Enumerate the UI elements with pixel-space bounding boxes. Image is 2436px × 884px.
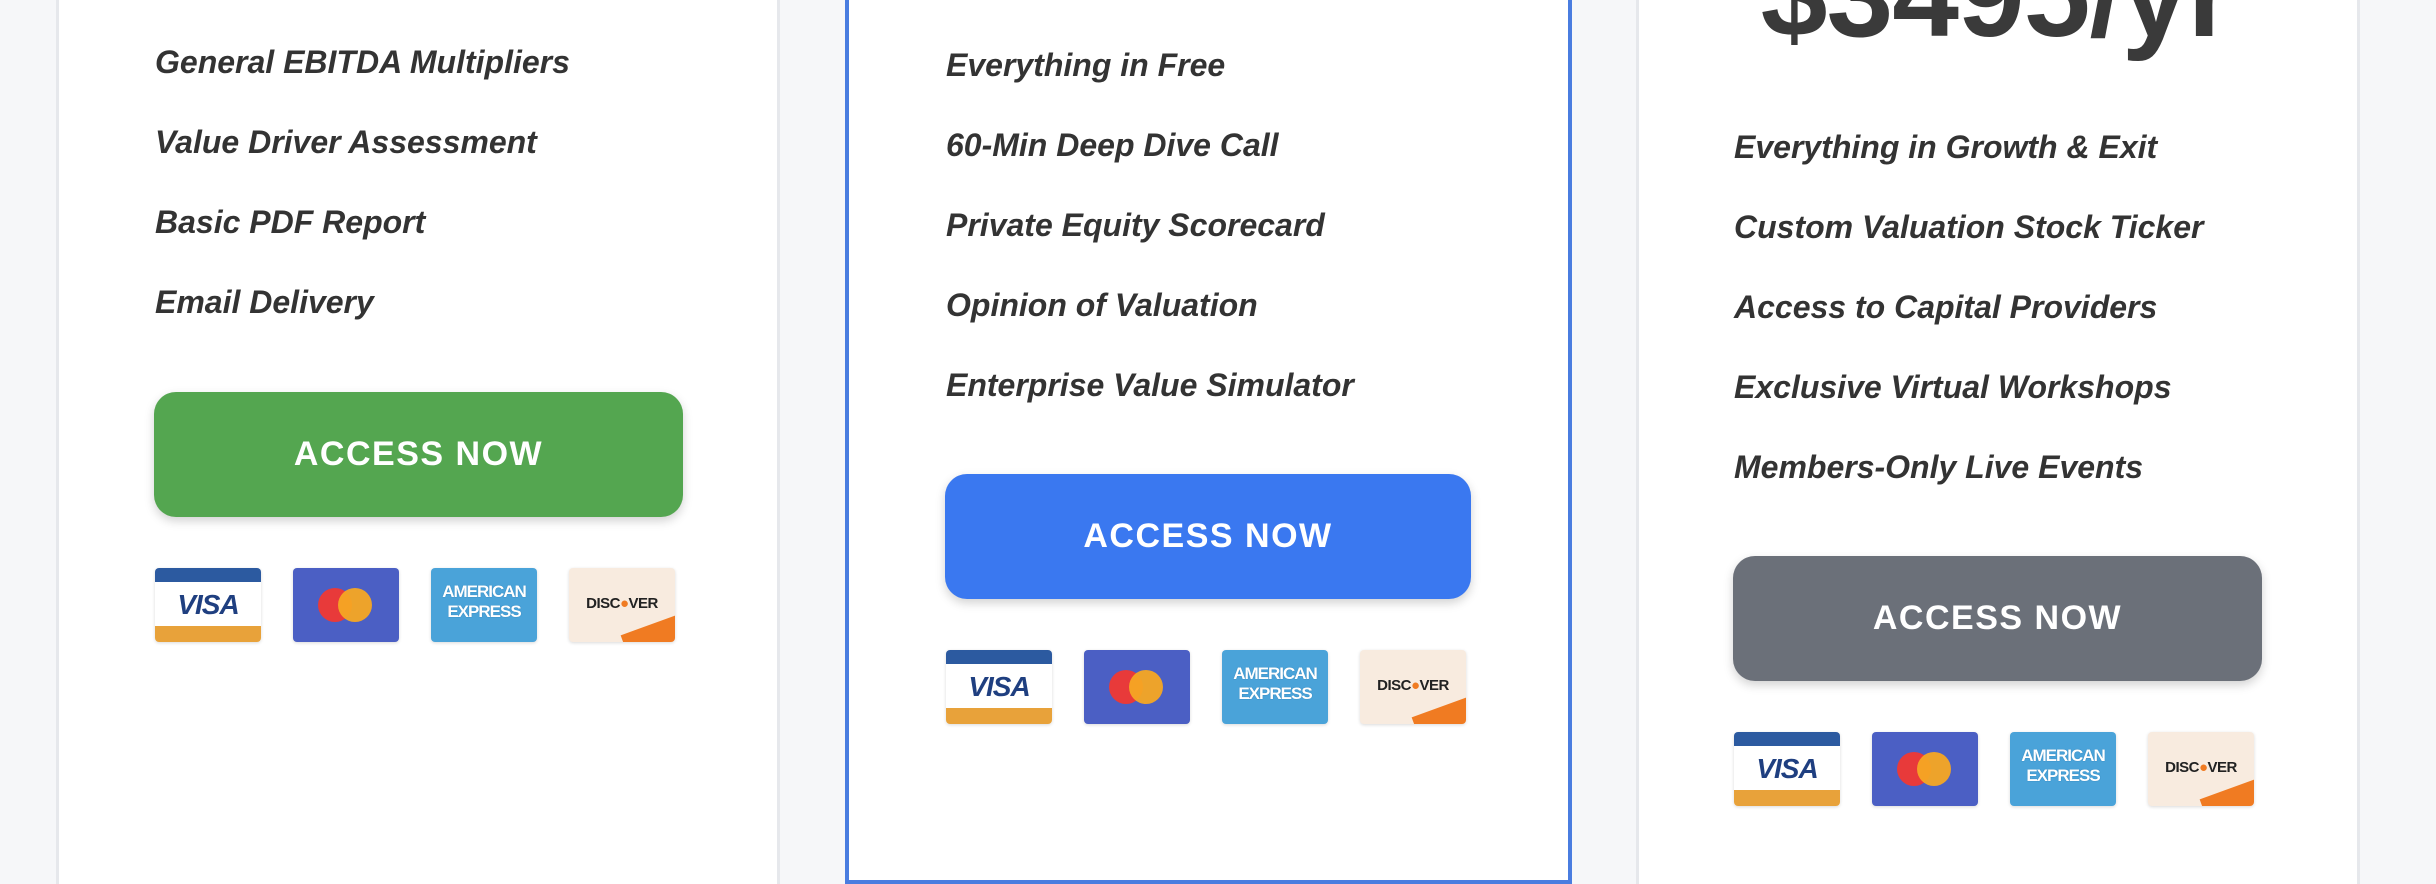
plan-price: $3495/yr xyxy=(1757,0,2237,60)
amex-card-icon: AMERICAN EXPRESS xyxy=(2010,732,2116,806)
feature-list-premium: Everything in Growth & Exit Custom Valua… xyxy=(1734,127,2203,527)
feature-item: Everything in Free xyxy=(946,47,1226,83)
feature-item: Value Driver Assessment xyxy=(155,124,537,160)
amex-card-icon: AMERICAN EXPRESS xyxy=(431,568,537,642)
access-now-button-free[interactable]: ACCESS NOW xyxy=(154,392,683,517)
amex-card-icon: AMERICAN EXPRESS xyxy=(1222,650,1328,724)
feature-list-free: General EBITDA Multipliers Value Driver … xyxy=(155,42,570,362)
mastercard-icon xyxy=(1872,732,1978,806)
discover-card-icon: DISC●VER xyxy=(569,568,675,642)
payment-methods-premium: VISA AMERICAN EXPRESS DISC●VER xyxy=(1734,732,2254,806)
access-now-button-premium[interactable]: ACCESS NOW xyxy=(1733,556,2262,681)
access-now-button-growth[interactable]: ACCESS NOW xyxy=(945,474,1471,599)
feature-list-growth: Everything in Free 60-Min Deep Dive Call… xyxy=(946,45,1354,445)
feature-item: Access to Capital Providers xyxy=(1734,289,2158,325)
feature-item: Custom Valuation Stock Ticker xyxy=(1734,209,2204,245)
visa-card-icon: VISA xyxy=(946,650,1052,724)
payment-methods-growth: VISA AMERICAN EXPRESS DISC●VER xyxy=(946,650,1466,724)
payment-methods-free: VISA AMERICAN EXPRESS DISC●VER xyxy=(155,568,675,642)
visa-card-icon: VISA xyxy=(1734,732,1840,806)
discover-card-icon: DISC●VER xyxy=(1360,650,1466,724)
feature-item: General EBITDA Multipliers xyxy=(155,44,570,80)
feature-item: Private Equity Scorecard xyxy=(946,207,1325,243)
visa-card-icon: VISA xyxy=(155,568,261,642)
feature-item: Opinion of Valuation xyxy=(946,287,1258,323)
feature-item: Enterprise Value Simulator xyxy=(946,367,1354,403)
feature-item: Basic PDF Report xyxy=(155,204,426,240)
feature-item: Exclusive Virtual Workshops xyxy=(1734,369,2172,405)
feature-item: Email Delivery xyxy=(155,284,374,320)
discover-card-icon: DISC●VER xyxy=(2148,732,2254,806)
feature-item: Everything in Growth & Exit xyxy=(1734,129,2158,165)
feature-item: Members-Only Live Events xyxy=(1734,449,2144,485)
mastercard-icon xyxy=(293,568,399,642)
mastercard-icon xyxy=(1084,650,1190,724)
feature-item: 60-Min Deep Dive Call xyxy=(946,127,1279,163)
